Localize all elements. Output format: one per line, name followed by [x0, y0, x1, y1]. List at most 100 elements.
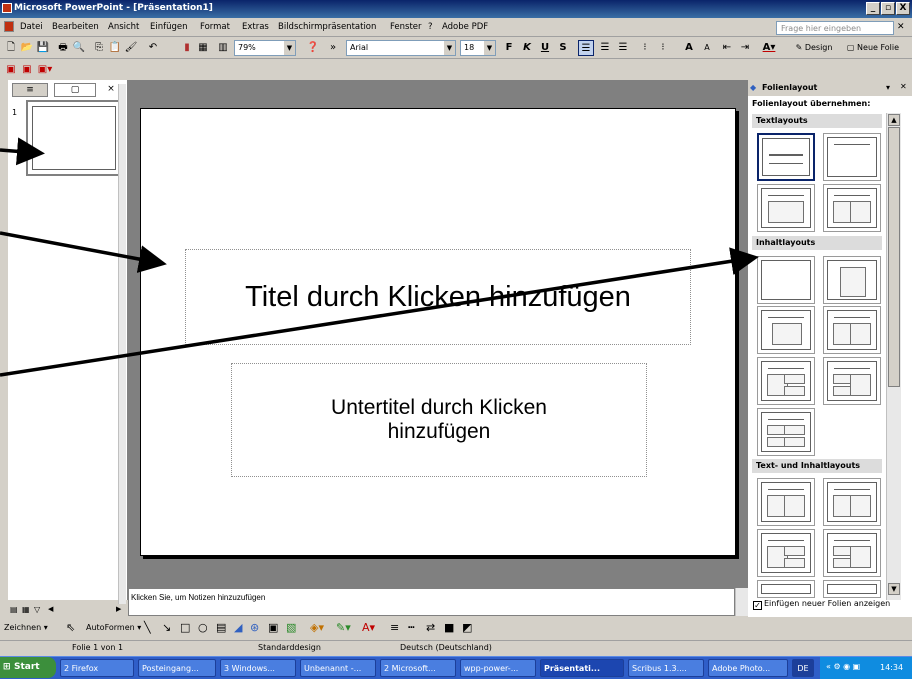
slide-sorter-icon[interactable]: ▦: [22, 605, 30, 614]
grid-icon[interactable]: ▥: [216, 40, 230, 56]
scroll-down-icon[interactable]: ▼: [888, 583, 900, 595]
numbering-icon[interactable]: ⁝: [638, 40, 652, 56]
menu-help[interactable]: ?: [428, 22, 433, 32]
italic-button[interactable]: K: [520, 40, 534, 56]
notes-area[interactable]: Klicken Sie, um Notizen hinzuzufügen: [128, 588, 735, 616]
font-select[interactable]: Arial ▼: [346, 40, 456, 56]
decrease-font-icon[interactable]: A: [700, 40, 714, 56]
task-scribus[interactable]: Scribus 1.3....: [628, 659, 704, 677]
menu-einfuegen[interactable]: Einfügen: [150, 22, 188, 32]
tab-slides[interactable]: ▢: [54, 83, 96, 97]
new-slide-button[interactable]: ▢ Neue Folie: [842, 40, 904, 56]
new-document-icon[interactable]: 🗋: [4, 40, 18, 56]
open-folder-icon[interactable]: 📂: [20, 40, 34, 56]
diagram-icon[interactable]: ⊛: [250, 621, 259, 634]
shadow-button[interactable]: S: [556, 40, 570, 56]
font-size-select[interactable]: 18 ▼: [460, 40, 496, 56]
task-adobe-photoshop[interactable]: Adobe Photo...: [708, 659, 788, 677]
dash-style-icon[interactable]: ┅: [408, 621, 415, 634]
layout-title-three-content[interactable]: [757, 357, 815, 405]
increase-indent-icon[interactable]: ⇥: [738, 40, 752, 56]
task-firefox[interactable]: 2 Firefox: [60, 659, 134, 677]
document-icon[interactable]: [4, 21, 14, 32]
slideshow-icon[interactable]: ▽: [34, 605, 40, 614]
language-indicator[interactable]: DE: [792, 659, 814, 677]
fill-color-icon[interactable]: ◈▾: [310, 621, 324, 634]
layout-title-slide[interactable]: [757, 133, 815, 181]
print-icon[interactable]: 🖶: [56, 40, 70, 56]
underline-button[interactable]: U: [538, 40, 552, 56]
arrow-icon[interactable]: ↘: [162, 621, 171, 634]
task-pane-menu-icon[interactable]: ▾: [886, 83, 890, 92]
tray-icons[interactable]: « ⚙ ◉ ▣: [826, 662, 860, 671]
select-pointer-icon[interactable]: ⇖: [66, 621, 75, 634]
layout-partial-2[interactable]: [823, 580, 881, 598]
title-placeholder[interactable]: Titel durch Klicken hinzufügen: [185, 249, 691, 345]
normal-view-icon[interactable]: ▤: [10, 605, 18, 614]
line-icon[interactable]: ╲: [144, 621, 151, 634]
menu-ansicht[interactable]: Ansicht: [108, 22, 139, 32]
layout-two-content-text[interactable]: [823, 529, 881, 577]
help-search-input[interactable]: Frage hier eingeben: [776, 21, 894, 35]
start-button[interactable]: ⊞ Start: [0, 657, 56, 678]
scroll-right-icon[interactable]: ▶: [116, 605, 121, 613]
tab-outline[interactable]: ≡: [12, 83, 48, 97]
menu-extras[interactable]: Extras: [242, 22, 269, 32]
paste-icon[interactable]: 📋: [108, 40, 122, 56]
show-on-insert-checkbox[interactable]: ✓: [753, 601, 762, 610]
line-color-icon[interactable]: ✎▾: [336, 621, 351, 634]
draw-menu[interactable]: Zeichnen ▾: [4, 623, 48, 632]
task-microsoft[interactable]: 2 Microsoft...: [380, 659, 456, 677]
bold-button[interactable]: F: [502, 40, 516, 56]
print-preview-icon[interactable]: 🔍: [72, 40, 86, 56]
layout-two-columns[interactable]: [823, 184, 881, 232]
format-painter-icon[interactable]: 🖌: [124, 40, 138, 56]
slides-pane-scrollbar[interactable]: [118, 84, 126, 604]
back-forward-icon[interactable]: ◆: [750, 83, 756, 92]
task-posteingang[interactable]: Posteingang...: [138, 659, 216, 677]
close-window-button[interactable]: X: [896, 2, 910, 15]
close-document-icon[interactable]: ✕: [897, 22, 905, 32]
menu-bearbeiten[interactable]: Bearbeiten: [52, 22, 99, 32]
save-icon[interactable]: 💾: [36, 40, 50, 56]
menu-bildschirmpraesentation[interactable]: Bildschirmpräsentation: [278, 22, 376, 32]
layout-text-content[interactable]: [757, 478, 815, 526]
pdf-email-icon[interactable]: ▣: [20, 62, 34, 78]
menu-format[interactable]: Format: [200, 22, 230, 32]
align-center-icon[interactable]: ☰: [598, 40, 612, 56]
decrease-indent-icon[interactable]: ⇤: [720, 40, 734, 56]
help-icon[interactable]: ❓: [306, 40, 320, 56]
layout-title-two-content[interactable]: [823, 306, 881, 354]
subtitle-placeholder[interactable]: Untertitel durch Klicken hinzufügen: [231, 363, 647, 477]
arrow-style-icon[interactable]: ⇄: [426, 621, 435, 634]
increase-font-icon[interactable]: A: [682, 40, 696, 56]
pdf-convert-icon[interactable]: ▣: [4, 62, 18, 78]
3d-style-icon[interactable]: ◩: [462, 621, 472, 634]
task-pane-scrollbar[interactable]: ▲ ▼: [886, 113, 901, 600]
insert-chart-icon[interactable]: ▮: [180, 40, 194, 56]
align-right-icon[interactable]: ☰: [616, 40, 630, 56]
layout-content-text[interactable]: [823, 478, 881, 526]
menu-adobe-pdf[interactable]: Adobe PDF: [442, 22, 488, 32]
slide-canvas[interactable]: Titel durch Klicken hinzufügen Untertite…: [140, 108, 736, 556]
layout-blank[interactable]: [757, 256, 815, 304]
task-wpp-power[interactable]: wpp-power-...: [460, 659, 536, 677]
slide-thumbnail[interactable]: [26, 100, 122, 176]
align-left-icon[interactable]: ☰: [578, 40, 594, 56]
minimize-button[interactable]: _: [866, 2, 880, 15]
zoom-select[interactable]: 79% ▼: [234, 40, 296, 56]
layout-title-text[interactable]: [757, 184, 815, 232]
layout-content[interactable]: [823, 256, 881, 304]
layout-title-content[interactable]: [757, 306, 815, 354]
bullets-icon[interactable]: ⁝: [656, 40, 670, 56]
design-button[interactable]: ✎ Design: [792, 40, 836, 56]
powerpoint-app-icon[interactable]: [2, 3, 12, 13]
font-color-icon[interactable]: A▾: [760, 40, 778, 56]
layout-text-two-content[interactable]: [757, 529, 815, 577]
toolbar-options-icon[interactable]: »: [326, 40, 340, 56]
pdf-review-icon[interactable]: ▣▾: [36, 62, 54, 78]
scroll-thumb[interactable]: [888, 127, 900, 387]
layout-title-three-content-alt[interactable]: [823, 357, 881, 405]
layout-title-only[interactable]: [823, 133, 881, 181]
maximize-button[interactable]: ▫: [881, 2, 895, 15]
